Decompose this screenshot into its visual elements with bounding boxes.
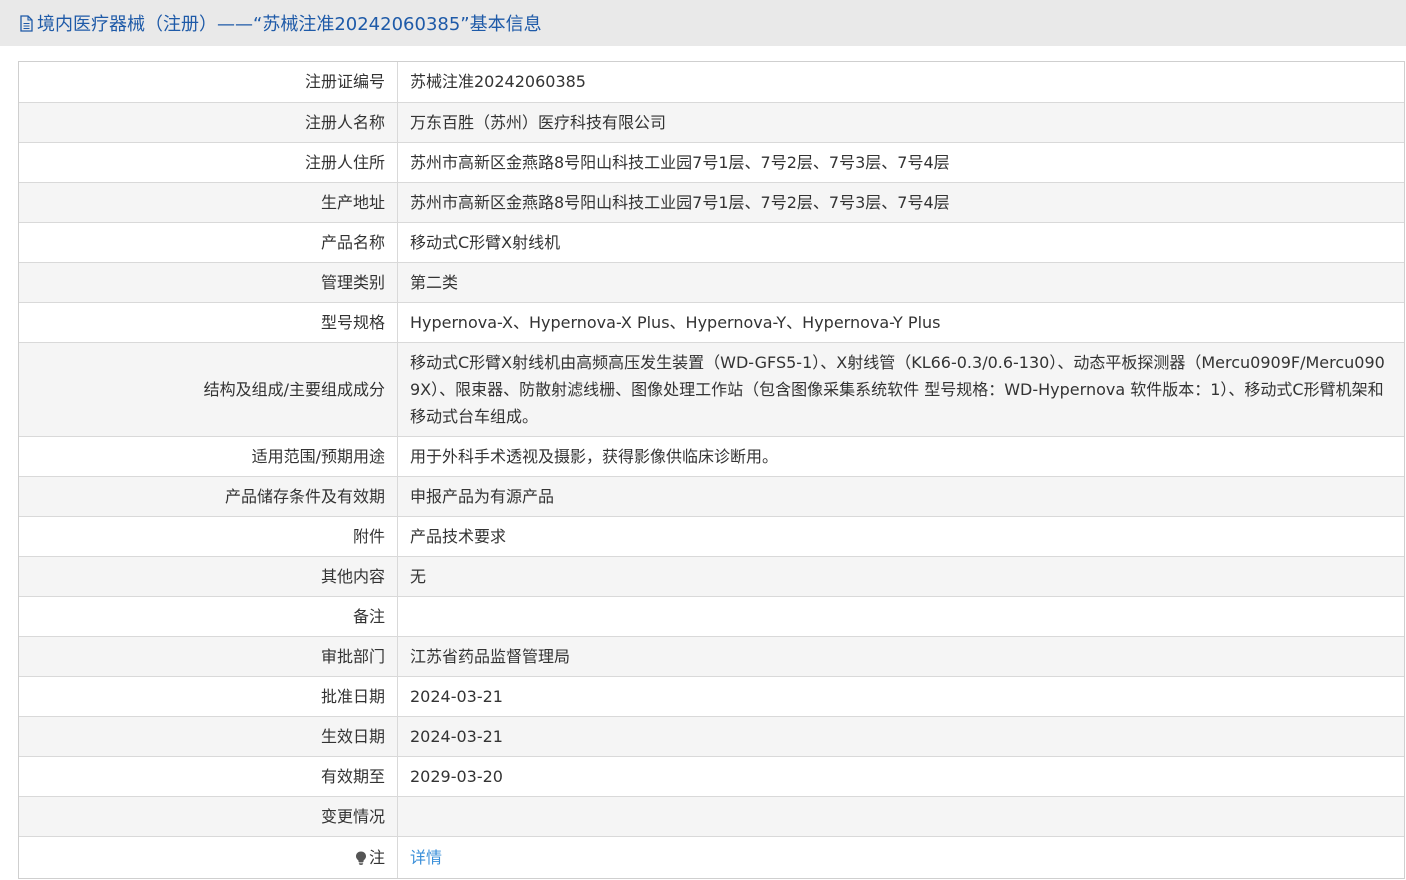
table-row: 附件 产品技术要求 [19, 516, 1404, 557]
registration-info-table: 注册证编号 苏械注准20242060385 注册人名称 万东百胜（苏州）医疗科技… [18, 61, 1405, 879]
row-label-valid-until: 有效期至 [19, 756, 398, 797]
table-row: 注 详情 [19, 836, 1404, 878]
table-row: 生产地址 苏州市高新区金燕路8号阳山科技工业园7号1层、7号2层、7号3层、7号… [19, 182, 1404, 223]
table-row: 注册人住所 苏州市高新区金燕路8号阳山科技工业园7号1层、7号2层、7号3层、7… [19, 142, 1404, 183]
details-link[interactable]: 详情 [410, 848, 442, 867]
row-label-management-category: 管理类别 [19, 262, 398, 303]
row-value-model-spec: Hypernova-X、Hypernova-X Plus、Hypernova-Y… [397, 302, 1404, 343]
row-value-management-category: 第二类 [397, 262, 1404, 303]
table-row: 其他内容 无 [19, 556, 1404, 597]
row-label-registrant-name: 注册人名称 [19, 102, 398, 143]
table-row: 有效期至 2029-03-20 [19, 756, 1404, 797]
table-row: 审批部门 江苏省药品监督管理局 [19, 636, 1404, 677]
row-label-product-name: 产品名称 [19, 222, 398, 263]
row-value-valid-until: 2029-03-20 [397, 756, 1404, 797]
row-label-attachment: 附件 [19, 516, 398, 557]
page-title: 境内医疗器械（注册）——“苏械注准20242060385”基本信息 [37, 14, 542, 35]
row-value-attachment: 产品技术要求 [397, 516, 1404, 557]
table-row: 备注 [19, 596, 1404, 637]
row-value-production-address: 苏州市高新区金燕路8号阳山科技工业园7号1层、7号2层、7号3层、7号4层 [397, 182, 1404, 223]
row-label-change-status: 变更情况 [19, 796, 398, 837]
note-label: 注 [368, 847, 385, 867]
table-row: 适用范围/预期用途 用于外科手术透视及摄影，获得影像供临床诊断用。 [19, 436, 1404, 477]
row-value-product-name: 移动式C形臂X射线机 [397, 222, 1404, 263]
row-value-storage-validity: 申报产品为有源产品 [397, 476, 1404, 517]
table-row: 型号规格 Hypernova-X、Hypernova-X Plus、Hypern… [19, 302, 1404, 343]
row-value-registrant-name: 万东百胜（苏州）医疗科技有限公司 [397, 102, 1404, 143]
row-label-structure-composition: 结构及组成/主要组成成分 [19, 342, 398, 437]
row-value-approval-date: 2024-03-21 [397, 676, 1404, 717]
table-row: 注册人名称 万东百胜（苏州）医疗科技有限公司 [19, 102, 1404, 143]
table-row: 生效日期 2024-03-21 [19, 716, 1404, 757]
bulb-icon [355, 851, 366, 865]
row-value-structure-composition: 移动式C形臂X射线机由高频高压发生装置（WD-GFS5-1）、X射线管（KL66… [397, 342, 1404, 437]
row-label-note: 注 [19, 836, 398, 878]
row-label-registrant-address: 注册人住所 [19, 142, 398, 183]
table-row: 变更情况 [19, 796, 1404, 837]
row-label-intended-use: 适用范围/预期用途 [19, 436, 398, 477]
row-value-approval-department: 江苏省药品监督管理局 [397, 636, 1404, 677]
row-value-change-status [397, 796, 1404, 837]
row-value-note: 详情 [397, 836, 1404, 878]
table-row: 结构及组成/主要组成成分 移动式C形臂X射线机由高频高压发生装置（WD-GFS5… [19, 342, 1404, 437]
table-row: 批准日期 2024-03-21 [19, 676, 1404, 717]
table-row: 产品名称 移动式C形臂X射线机 [19, 222, 1404, 263]
table-row: 注册证编号 苏械注准20242060385 [19, 62, 1404, 103]
row-label-remarks: 备注 [19, 596, 398, 637]
row-value-remarks [397, 596, 1404, 637]
table-row: 管理类别 第二类 [19, 262, 1404, 303]
row-label-model-spec: 型号规格 [19, 302, 398, 343]
row-value-intended-use: 用于外科手术透视及摄影，获得影像供临床诊断用。 [397, 436, 1404, 477]
row-value-other-content: 无 [397, 556, 1404, 597]
row-label-storage-validity: 产品储存条件及有效期 [19, 476, 398, 517]
row-value-effective-date: 2024-03-21 [397, 716, 1404, 757]
row-value-registrant-address: 苏州市高新区金燕路8号阳山科技工业园7号1层、7号2层、7号3层、7号4层 [397, 142, 1404, 183]
row-label-effective-date: 生效日期 [19, 716, 398, 757]
row-label-approval-department: 审批部门 [19, 636, 398, 677]
row-value-registration-number: 苏械注准20242060385 [397, 62, 1404, 103]
table-row: 产品储存条件及有效期 申报产品为有源产品 [19, 476, 1404, 517]
row-label-other-content: 其他内容 [19, 556, 398, 597]
row-label-approval-date: 批准日期 [19, 676, 398, 717]
page-header: 境内医疗器械（注册）——“苏械注准20242060385”基本信息 [0, 0, 1406, 46]
row-label-production-address: 生产地址 [19, 182, 398, 223]
row-label-registration-number: 注册证编号 [19, 62, 398, 103]
document-icon [20, 14, 33, 32]
